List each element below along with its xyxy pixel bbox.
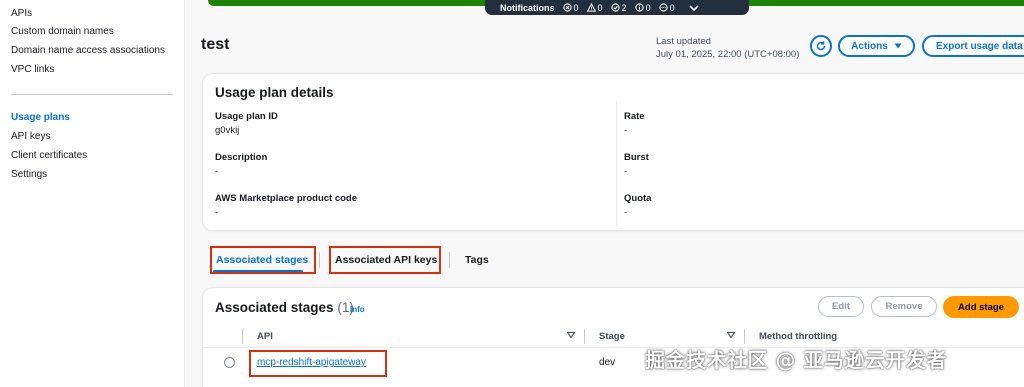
column-header-stage[interactable]: Stage (599, 331, 625, 342)
sort-down-icon[interactable] (727, 332, 735, 338)
details-title: Usage plan details (215, 85, 334, 100)
refresh-button[interactable] (810, 35, 832, 57)
page-title: test (201, 36, 230, 53)
column-separator (584, 329, 585, 344)
marketplace-code-label: AWS Marketplace product code (215, 193, 358, 204)
info-count: 0 (634, 3, 651, 13)
column-separator (242, 329, 243, 344)
success-icon (610, 3, 620, 12)
last-updated-label: Last updated (656, 36, 711, 47)
sidebar-nav: APIs Custom domain names Domain name acc… (0, 0, 185, 387)
sidebar-item-domain-name-access-associations[interactable]: Domain name access associations (11, 45, 165, 56)
column-header-api[interactable]: API (257, 331, 273, 342)
description-value: - (215, 166, 219, 177)
info-link[interactable]: Info (350, 305, 365, 314)
tab-separator (449, 252, 450, 268)
in-progress-icon (658, 3, 668, 12)
row-select-radio[interactable] (224, 357, 235, 368)
sort-down-icon[interactable] (567, 332, 575, 338)
actions-button[interactable]: Actions (838, 35, 915, 57)
column-header-method-throttling: Method throttling (759, 331, 838, 342)
chevron-down-icon (689, 4, 699, 11)
sidebar-item-api-keys[interactable]: API keys (11, 131, 50, 142)
usage-plan-id-value: g0vkij (215, 125, 240, 136)
sidebar-divider (11, 94, 173, 95)
stages-title-text: Associated stages (215, 300, 334, 315)
main-content: Notifications 0 0 2 0 0 test Last update… (186, 0, 1024, 387)
sidebar-item-custom-domain-names[interactable]: Custom domain names (11, 26, 114, 37)
sidebar-item-usage-plans[interactable]: Usage plans (11, 112, 70, 123)
tab-associated-api-keys[interactable]: Associated API keys (335, 254, 437, 266)
export-usage-data-button[interactable]: Export usage data (922, 35, 1024, 57)
column-divider (616, 102, 617, 226)
quota-value: - (624, 207, 628, 218)
usage-plan-details-card: Usage plan details Usage plan ID g0vkij … (203, 74, 1024, 230)
error-count: 0 (562, 3, 579, 13)
remove-button[interactable]: Remove (871, 296, 937, 317)
rate-value: - (624, 125, 628, 136)
info-icon (634, 3, 644, 12)
quota-label: Quota (624, 193, 652, 204)
rate-label: Rate (624, 111, 645, 122)
tab-tags[interactable]: Tags (465, 254, 489, 266)
notifications-label: Notifications (500, 2, 555, 13)
success-count: 2 (610, 3, 627, 13)
sidebar-item-client-certificates[interactable]: Client certificates (11, 150, 87, 161)
sidebar-item-apis[interactable]: APIs (11, 8, 32, 19)
warning-icon (586, 3, 596, 12)
burst-label: Burst (624, 152, 649, 163)
tab-separator (319, 252, 320, 268)
error-icon (562, 3, 572, 12)
column-separator (744, 329, 745, 344)
notifications-bar[interactable]: Notifications 0 0 2 0 0 (485, 0, 749, 15)
api-link[interactable]: mcp-redshift-apigateway (257, 357, 366, 368)
sidebar-item-settings[interactable]: Settings (11, 169, 47, 180)
caret-down-icon (894, 43, 902, 49)
usage-plan-id-label: Usage plan ID (215, 111, 278, 122)
in-progress-count: 0 (658, 3, 675, 13)
stages-title: Associated stages (1) (215, 300, 354, 315)
last-updated-value: July 01, 2025, 22:00 (UTC+08:00) (656, 49, 800, 60)
watermark: 掘金技术社区 @ 亚马逊云开发者 (645, 348, 947, 372)
description-label: Description (215, 152, 268, 163)
refresh-icon (816, 41, 826, 51)
add-stage-button[interactable]: Add stage (943, 296, 1019, 318)
tab-associated-stages[interactable]: Associated stages (216, 254, 308, 266)
active-tab-indicator (213, 270, 303, 273)
marketplace-code-value: - (215, 207, 219, 218)
sidebar-item-vpc-links[interactable]: VPC links (11, 64, 54, 75)
warning-count: 0 (586, 3, 603, 13)
edit-button[interactable]: Edit (818, 296, 864, 317)
stage-value: dev (599, 357, 616, 368)
burst-value: - (624, 166, 628, 177)
actions-label: Actions (851, 40, 888, 52)
